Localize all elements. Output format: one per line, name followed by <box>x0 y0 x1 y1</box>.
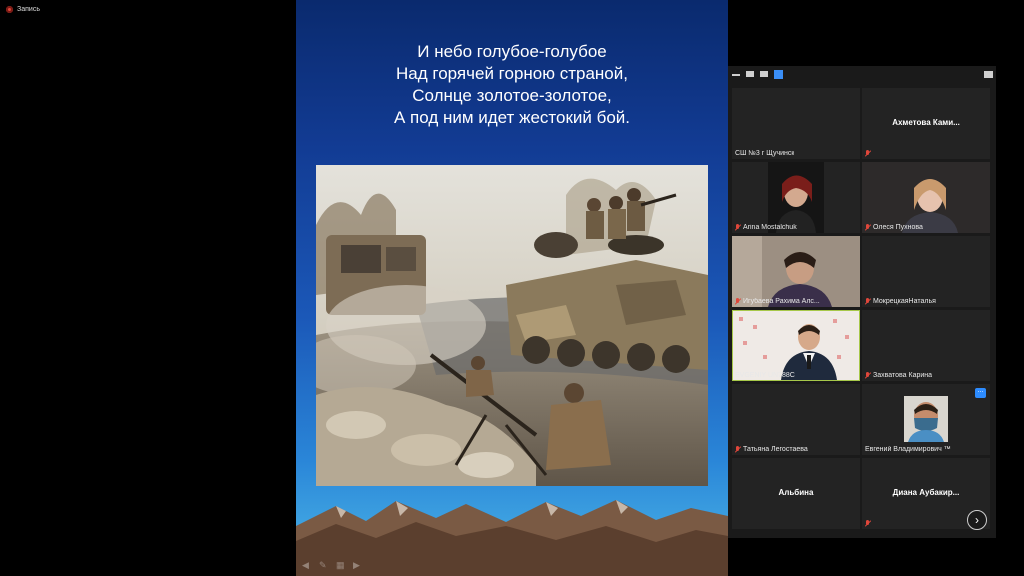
participant-tile[interactable]: Татьяна Легостаева <box>732 384 860 455</box>
mic-muted-icon <box>865 298 871 305</box>
participant-video-image <box>733 311 859 380</box>
poem-line: Над горячей горною страной, <box>396 64 628 83</box>
participant-tile[interactable]: Олеся Пухнова <box>862 162 990 233</box>
participant-name-large: Ахметова Ками... <box>892 118 960 127</box>
participant-name: Татьяна Легостаева <box>735 446 808 453</box>
participant-tile[interactable]: МокрецкаяНаталья <box>862 236 990 307</box>
mic-muted-icon <box>735 224 741 231</box>
participant-tile[interactable]: Ахметова Ками... <box>862 88 990 159</box>
participant-tile[interactable]: ... Евгений Владимирович ™ <box>862 384 990 455</box>
slide-poem: И небо голубое-голубое Над горячей горно… <box>296 41 728 129</box>
participant-video-image <box>904 396 948 442</box>
gallery-view-icon[interactable] <box>774 70 783 79</box>
recording-label: Запись <box>17 6 40 13</box>
slide-controls: ◀ ✎ ▦ ▶ <box>302 561 362 570</box>
poem-line: Солнце золотое-золотое, <box>412 86 612 105</box>
mic-muted-icon <box>865 520 871 527</box>
participants-gallery: СШ №3 г Щучинск Ахметова Ками... Arina M… <box>728 66 996 538</box>
slides-icon[interactable]: ▦ <box>336 561 345 570</box>
more-options-button[interactable]: ... <box>975 387 986 398</box>
minimize-icon[interactable] <box>732 74 740 76</box>
war-photo-illustration <box>316 165 708 486</box>
war-photo <box>316 165 708 486</box>
participant-name: Олеся Пухнова <box>865 224 923 231</box>
mic-muted-icon <box>735 298 741 305</box>
participant-video <box>732 236 860 307</box>
participant-name: СШ №3 г Щучинск <box>735 150 795 157</box>
participant-tile-active-speaker[interactable]: EVGENIY UN788C <box>732 310 860 381</box>
gallery-toolbar <box>728 66 996 84</box>
mic-muted-icon <box>865 150 871 157</box>
participant-name: EVGENIY UN788C <box>735 372 795 379</box>
participant-name <box>865 150 871 157</box>
recording-indicator[interactable]: Запись <box>6 6 40 13</box>
record-icon <box>6 6 13 13</box>
participant-name <box>865 520 871 527</box>
participant-name-large: Диана Аубакир... <box>892 488 960 497</box>
participant-tile[interactable]: Альбина <box>732 458 860 529</box>
next-page-button[interactable]: › <box>967 510 987 530</box>
shared-slide: И небо голубое-голубое Над горячей горно… <box>296 0 728 576</box>
participant-name: Захватова Карина <box>865 372 932 379</box>
participant-video <box>768 162 824 233</box>
participant-video <box>904 396 948 442</box>
pen-icon[interactable]: ✎ <box>319 561 328 570</box>
next-slide-icon[interactable]: ▶ <box>353 561 362 570</box>
poem-line: А под ним идет жестокий бой. <box>393 108 631 127</box>
mic-muted-icon <box>865 372 871 379</box>
participant-tile[interactable]: Arina Mostalchuk <box>732 162 860 233</box>
strip-view-icon[interactable] <box>760 71 768 77</box>
participant-name: Arina Mostalchuk <box>735 224 797 231</box>
participant-video <box>733 311 859 380</box>
participant-video-image <box>732 236 860 307</box>
participant-tile[interactable]: Захватова Карина <box>862 310 990 381</box>
participant-name: Игубаева Рахима Алс... <box>735 298 820 305</box>
participant-video-image <box>862 162 990 233</box>
mic-muted-icon <box>735 446 741 453</box>
participant-name: Евгений Владимирович ™ <box>865 446 951 453</box>
participant-video <box>862 162 990 233</box>
participant-name: МокрецкаяНаталья <box>865 298 936 305</box>
poem-line: И небо голубое-голубое <box>417 42 607 61</box>
fullscreen-icon[interactable] <box>984 71 993 78</box>
prev-slide-icon[interactable]: ◀ <box>302 561 311 570</box>
participant-tile[interactable]: Игубаева Рахима Алс... <box>732 236 860 307</box>
participant-name-large: Альбина <box>778 488 814 497</box>
participant-video-image <box>768 162 824 233</box>
speaker-view-icon[interactable] <box>746 71 754 77</box>
mic-muted-icon <box>865 224 871 231</box>
participant-tile[interactable]: СШ №3 г Щучинск <box>732 88 860 159</box>
